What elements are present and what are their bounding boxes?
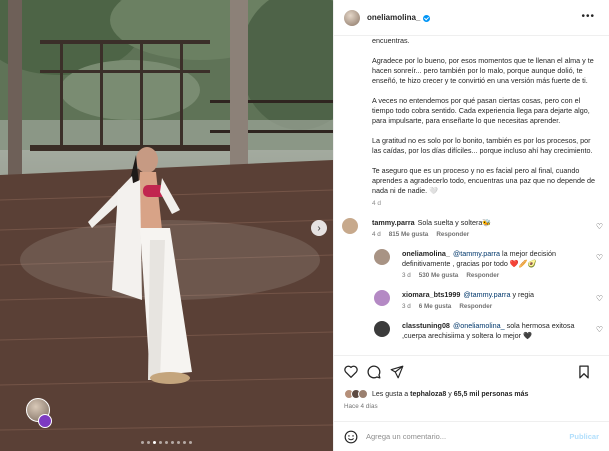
carousel-dot xyxy=(189,441,192,444)
carousel-dot xyxy=(183,441,186,444)
carousel-dot xyxy=(159,441,162,444)
comment: tammy.parra Sola suelta y soltera🐝 4 d 815 … xyxy=(342,218,603,238)
post-header: oneliamolina_ ••• xyxy=(334,0,609,36)
comment-body: xiomara_bts1999 @tammy.parra y regia xyxy=(402,290,599,300)
likes-middle: y xyxy=(446,390,454,398)
comment-icon[interactable] xyxy=(366,364,382,380)
comment-mention[interactable]: @oneliamolina_ xyxy=(453,321,505,330)
comment-likes[interactable]: 530 Me gusta xyxy=(419,272,459,279)
verified-badge-icon xyxy=(423,15,431,22)
carousel-dot xyxy=(171,441,174,444)
share-icon[interactable] xyxy=(389,364,405,380)
caption-age: 4 d xyxy=(372,200,382,207)
caption-paragraph: encuentras. xyxy=(372,36,410,45)
post-details-panel: oneliamolina_ ••• encuentras. Agradece p… xyxy=(333,0,609,451)
carousel-dot xyxy=(177,441,180,444)
likes-user[interactable]: tephaloza8 xyxy=(410,391,446,398)
comment-meta: 3 d 6 Me gusta Responder xyxy=(402,303,599,310)
liker-avatar xyxy=(358,389,368,399)
comment-username[interactable]: classtuning08 xyxy=(402,321,450,330)
comment-time: 3 d xyxy=(402,272,411,279)
post-photo xyxy=(0,0,333,451)
caption-paragraph: A veces no entendemos por qué pasan cier… xyxy=(372,96,590,125)
chevron-right-icon: › xyxy=(317,222,321,234)
post-actions-bar xyxy=(334,355,609,387)
author-avatar[interactable] xyxy=(344,9,360,26)
comment-time: 4 d xyxy=(372,231,381,238)
comment: oneliamolina_ @tammy.parra la mejor decis… xyxy=(374,249,603,279)
caption-paragraph: Agradece por lo bueno, por esos momentos… xyxy=(372,56,594,85)
emoji-icon[interactable] xyxy=(344,430,358,444)
comment-like-heart-icon[interactable]: ♡ xyxy=(596,294,603,303)
carousel-dot xyxy=(153,441,156,444)
likes-count[interactable]: 65,5 mil personas más xyxy=(454,391,529,398)
caption-paragraph: Te aseguro que es un proceso y no es fac… xyxy=(372,166,595,195)
comments-scroll-area[interactable]: encuentras. Agradece por lo bueno, por e… xyxy=(334,36,609,355)
comment-meta: 4 d 815 Me gusta Responder xyxy=(372,231,599,238)
comment-time: 3 d xyxy=(402,303,411,310)
comment-input[interactable] xyxy=(366,432,570,441)
add-comment-bar: Publicar xyxy=(334,421,609,451)
comment-mention[interactable]: @tammy.parra xyxy=(453,249,500,258)
carousel-dot xyxy=(147,441,150,444)
comment-avatar[interactable] xyxy=(374,290,390,306)
comment-avatar[interactable] xyxy=(374,321,390,337)
caption-paragraph: La gratitud no es solo por lo bonito, ta… xyxy=(372,136,593,155)
likes-prefix: Les gusta a xyxy=(372,390,411,398)
likes-text[interactable]: Les gusta a tephaloza8 y 65,5 mil person… xyxy=(372,391,528,398)
more-horizontal-icon[interactable]: ••• xyxy=(581,11,595,22)
comment-avatar[interactable] xyxy=(342,218,358,234)
comment-body: tammy.parra Sola suelta y soltera🐝 xyxy=(372,218,599,228)
comment-username[interactable]: tammy.parra xyxy=(372,218,415,227)
comment-body: classtuning08 @oneliamolina_ sola hermosa… xyxy=(402,321,599,341)
heart-icon[interactable] xyxy=(343,364,359,380)
comment-likes[interactable]: 6 Me gusta xyxy=(419,303,452,310)
tag-badge-icon xyxy=(38,414,52,428)
comment-like-heart-icon[interactable]: ♡ xyxy=(596,253,603,262)
comment: classtuning08 @oneliamolina_ sola hermosa… xyxy=(374,321,603,341)
likes-summary: Les gusta a tephaloza8 y 65,5 mil person… xyxy=(334,387,609,401)
post-caption: encuentras. Agradece por lo bueno, por e… xyxy=(372,36,599,207)
post-media[interactable]: › xyxy=(0,0,333,451)
comment-body: oneliamolina_ @tammy.parra la mejor decis… xyxy=(402,249,599,269)
carousel-dot xyxy=(141,441,144,444)
comment-text: y regia xyxy=(512,290,535,299)
comment: xiomara_bts1999 @tammy.parra y regia 3 d 6 … xyxy=(374,290,603,310)
publish-button[interactable]: Publicar xyxy=(569,432,599,441)
comment-avatar[interactable] xyxy=(374,249,390,265)
comment-username[interactable]: xiomara_bts1999 xyxy=(402,290,460,299)
next-media-button[interactable]: › xyxy=(311,220,327,236)
comment-like-heart-icon[interactable]: ♡ xyxy=(596,222,603,231)
comment-like-heart-icon[interactable]: ♡ xyxy=(596,325,603,334)
comment-text: Sola suelta y soltera🐝 xyxy=(417,218,492,227)
comment-mention[interactable]: @tammy.parra xyxy=(463,290,510,299)
liker-avatars[interactable] xyxy=(344,389,368,399)
comments-list: tammy.parra Sola suelta y soltera🐝 4 d 815 … xyxy=(342,218,603,341)
post-timestamp: Hace 4 días xyxy=(344,403,378,410)
author-username[interactable]: oneliamolina_ xyxy=(367,13,420,22)
bookmark-icon[interactable] xyxy=(576,364,592,380)
carousel-indicator xyxy=(0,441,333,444)
comment-username[interactable]: oneliamolina_ xyxy=(402,249,450,258)
comment-likes[interactable]: 815 Me gusta xyxy=(389,231,429,238)
instagram-post-view: › oneliamolina_ ••• encuentras. Agradece… xyxy=(0,0,609,451)
reply-button[interactable]: Responder xyxy=(436,231,469,238)
reply-button[interactable]: Responder xyxy=(466,272,499,279)
carousel-dot xyxy=(165,441,168,444)
reply-button[interactable]: Responder xyxy=(459,303,492,310)
comment-meta: 3 d 530 Me gusta Responder xyxy=(402,272,599,279)
